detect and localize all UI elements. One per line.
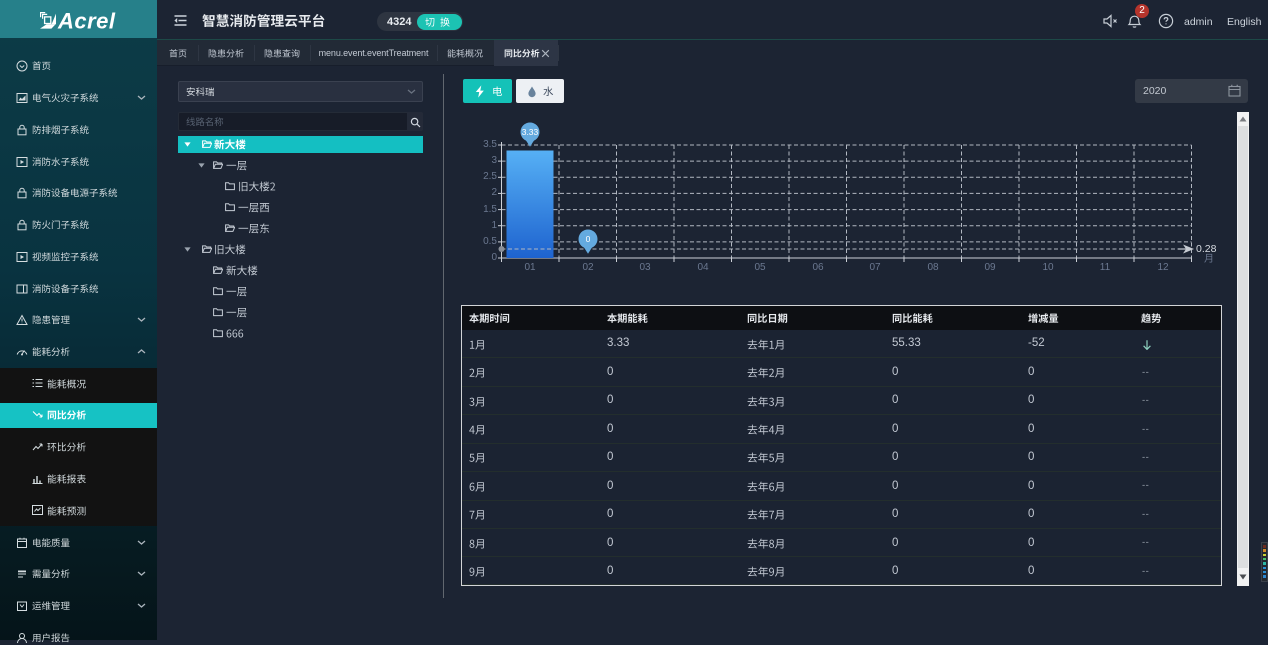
svg-text:Acrel: Acrel bbox=[57, 8, 116, 33]
svg-text:0: 0 bbox=[586, 234, 591, 244]
svg-text:3.33: 3.33 bbox=[522, 127, 539, 137]
